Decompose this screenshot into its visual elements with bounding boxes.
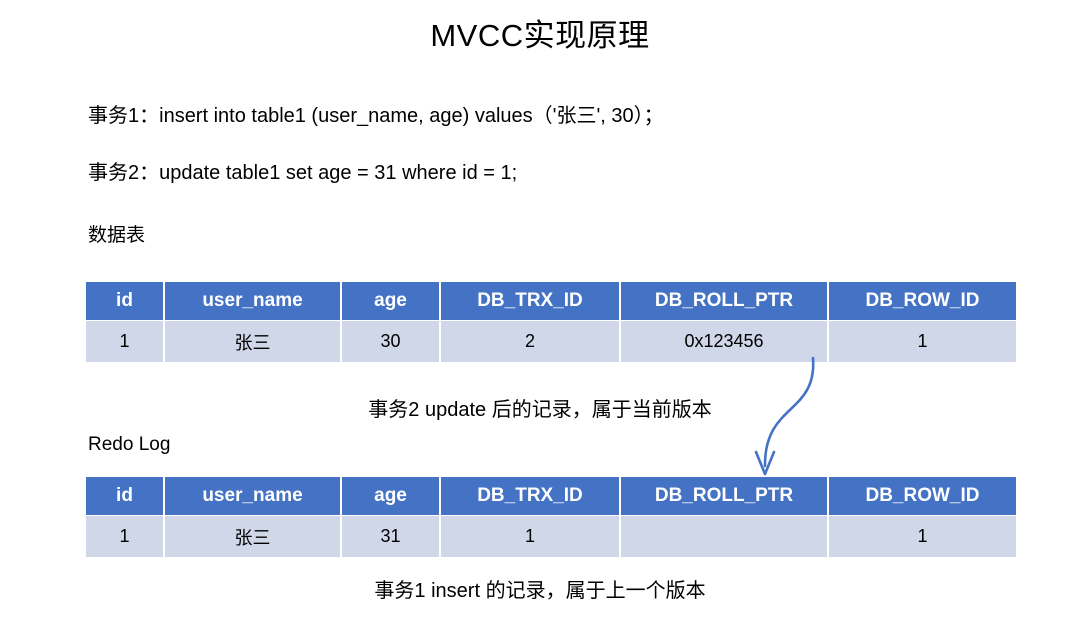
- column-header-user-name: user_name: [164, 477, 342, 516]
- cell-db-trx-id: 1: [440, 515, 621, 557]
- table-header-row: id user_name age DB_TRX_ID DB_ROLL_PTR D…: [86, 477, 1016, 516]
- section-label-data-table: 数据表: [88, 225, 146, 246]
- slide-canvas: MVCC实现原理 事务1：insert into table1 (user_na…: [0, 0, 1080, 624]
- cell-age: 30: [341, 320, 441, 362]
- section-label-redo-log: Redo Log: [88, 434, 171, 455]
- column-header-user-name: user_name: [164, 282, 342, 321]
- column-header-age: age: [341, 477, 441, 516]
- column-header-db-row-id: DB_ROW_ID: [828, 282, 1016, 321]
- column-header-id: id: [86, 282, 165, 321]
- page-title: MVCC实现原理: [430, 18, 650, 53]
- column-header-db-roll-ptr: DB_ROLL_PTR: [620, 477, 829, 516]
- cell-user-name: 张三: [164, 320, 342, 362]
- cell-db-row-id: 1: [828, 515, 1016, 557]
- column-header-db-row-id: DB_ROW_ID: [828, 477, 1016, 516]
- column-header-id: id: [86, 477, 165, 516]
- table-row: 1 张三 31 1 1: [86, 515, 1016, 557]
- caption-current-version: 事务2 update 后的记录，属于当前版本: [368, 399, 712, 421]
- cell-user-name: 张三: [164, 515, 342, 557]
- data-table: id user_name age DB_TRX_ID DB_ROLL_PTR D…: [86, 282, 1016, 362]
- cell-db-row-id: 1: [828, 320, 1016, 362]
- cell-db-trx-id: 2: [440, 320, 621, 362]
- cell-age: 31: [341, 515, 441, 557]
- statement-transaction-2: 事务2：update table1 set age = 31 where id …: [88, 162, 518, 184]
- cell-id: 1: [86, 515, 165, 557]
- caption-previous-version: 事务1 insert 的记录，属于上一个版本: [374, 580, 706, 602]
- cell-db-roll-ptr: 0x123456: [620, 320, 829, 362]
- table-header-row: id user_name age DB_TRX_ID DB_ROLL_PTR D…: [86, 282, 1016, 321]
- column-header-db-trx-id: DB_TRX_ID: [440, 282, 621, 321]
- statement-transaction-1: 事务1：insert into table1 (user_name, age) …: [88, 105, 664, 127]
- table-row: 1 张三 30 2 0x123456 1: [86, 320, 1016, 362]
- cell-id: 1: [86, 320, 165, 362]
- cell-db-roll-ptr: [620, 515, 829, 557]
- column-header-age: age: [341, 282, 441, 321]
- column-header-db-roll-ptr: DB_ROLL_PTR: [620, 282, 829, 321]
- column-header-db-trx-id: DB_TRX_ID: [440, 477, 621, 516]
- redo-log-table: id user_name age DB_TRX_ID DB_ROLL_PTR D…: [86, 477, 1016, 557]
